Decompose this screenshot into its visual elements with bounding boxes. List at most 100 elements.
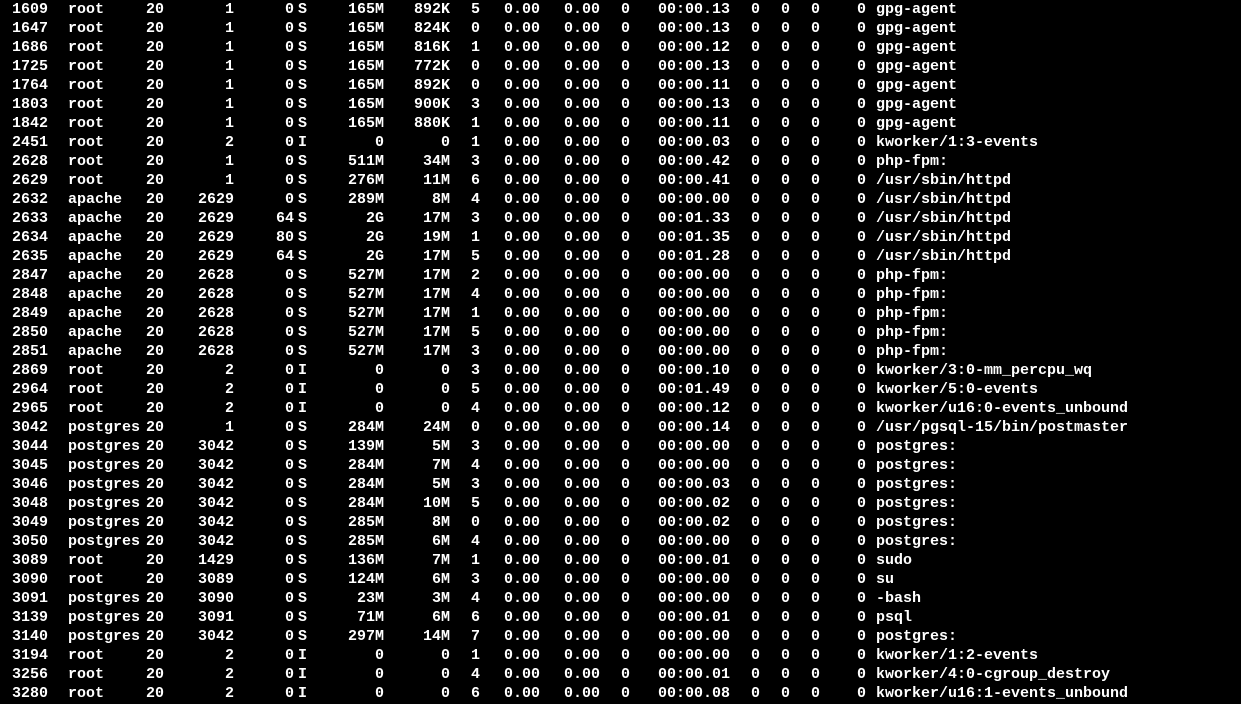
process-col-z1: 0 — [730, 95, 760, 114]
process-col-z1: 0 — [730, 646, 760, 665]
process-row[interactable]: 2451root2020I0010.000.00000:00.030000kwo… — [0, 133, 1241, 152]
process-row[interactable]: 3140postgres2030420S297M14M70.000.00000:… — [0, 627, 1241, 646]
process-user: apache — [48, 342, 138, 361]
process-col-z3: 0 — [790, 475, 820, 494]
process-time: 00:00.00 — [630, 285, 730, 304]
process-row[interactable]: 2634apache20262980S2G19M10.000.00000:01.… — [0, 228, 1241, 247]
process-row[interactable]: 1686root2010S165M816K10.000.00000:00.120… — [0, 38, 1241, 57]
process-cpu-pct: 0.00 — [480, 285, 540, 304]
process-state: S — [294, 209, 314, 228]
process-col-z4: 0 — [820, 570, 866, 589]
process-col-z2: 0 — [760, 380, 790, 399]
process-col-z1: 0 — [730, 456, 760, 475]
process-col-n4: 0 — [600, 399, 630, 418]
process-col-z2: 0 — [760, 646, 790, 665]
process-row[interactable]: 2849apache2026280S527M17M10.000.00000:00… — [0, 304, 1241, 323]
process-time: 00:00.00 — [630, 190, 730, 209]
process-res: 17M — [384, 342, 450, 361]
process-res: 3M — [384, 589, 450, 608]
process-col-z1: 0 — [730, 133, 760, 152]
process-col-z1: 0 — [730, 532, 760, 551]
process-cpu-pct: 0.00 — [480, 19, 540, 38]
process-col-z4: 0 — [820, 323, 866, 342]
process-pid: 2849 — [0, 304, 48, 323]
process-row[interactable]: 3048postgres2030420S284M10M50.000.00000:… — [0, 494, 1241, 513]
process-col-n4: 0 — [600, 57, 630, 76]
process-col-z4: 0 — [820, 399, 866, 418]
process-col-n4: 0 — [600, 171, 630, 190]
process-row[interactable]: 2629root2010S276M11M60.000.00000:00.4100… — [0, 171, 1241, 190]
process-row[interactable]: 2628root2010S511M34M30.000.00000:00.4200… — [0, 152, 1241, 171]
process-col-z3: 0 — [790, 304, 820, 323]
process-command: postgres: — [866, 532, 957, 551]
process-row[interactable]: 3044postgres2030420S139M5M30.000.00000:0… — [0, 437, 1241, 456]
process-row[interactable]: 2965root2020I0040.000.00000:00.120000kwo… — [0, 399, 1241, 418]
process-time: 00:00.01 — [630, 665, 730, 684]
process-cpu-num: 1 — [450, 646, 480, 665]
process-row[interactable]: 2848apache2026280S527M17M40.000.00000:00… — [0, 285, 1241, 304]
process-time: 00:00.00 — [630, 570, 730, 589]
process-ppid: 2629 — [164, 209, 234, 228]
process-state: S — [294, 247, 314, 266]
process-res: 17M — [384, 285, 450, 304]
process-res: 880K — [384, 114, 450, 133]
process-row[interactable]: 3050postgres2030420S285M6M40.000.00000:0… — [0, 532, 1241, 551]
process-res: 7M — [384, 456, 450, 475]
process-command: postgres: — [866, 437, 957, 456]
process-row[interactable]: 1647root2010S165M824K00.000.00000:00.130… — [0, 19, 1241, 38]
process-row[interactable]: 1609root2010S165M892K50.000.00000:00.130… — [0, 0, 1241, 19]
process-state: S — [294, 342, 314, 361]
process-row[interactable]: 2635apache20262964S2G17M50.000.00000:01.… — [0, 247, 1241, 266]
process-row[interactable]: 2851apache2026280S527M17M30.000.00000:00… — [0, 342, 1241, 361]
process-row[interactable]: 1725root2010S165M772K00.000.00000:00.130… — [0, 57, 1241, 76]
process-row[interactable]: 2869root2020I0030.000.00000:00.100000kwo… — [0, 361, 1241, 380]
process-res: 10M — [384, 494, 450, 513]
process-row[interactable]: 1803root2010S165M900K30.000.00000:00.130… — [0, 95, 1241, 114]
process-col-z2: 0 — [760, 209, 790, 228]
process-row[interactable]: 3090root2030890S124M6M30.000.00000:00.00… — [0, 570, 1241, 589]
process-user: apache — [48, 209, 138, 228]
process-row[interactable]: 1764root2010S165M892K00.000.00000:00.110… — [0, 76, 1241, 95]
process-row[interactable]: 2847apache2026280S527M17M20.000.00000:00… — [0, 266, 1241, 285]
process-row[interactable]: 3194root2020I0010.000.00000:00.000000kwo… — [0, 646, 1241, 665]
process-col-z2: 0 — [760, 665, 790, 684]
process-user: root — [48, 38, 138, 57]
process-col-z3: 0 — [790, 494, 820, 513]
process-pid: 1647 — [0, 19, 48, 38]
process-priority: 20 — [138, 209, 164, 228]
process-list[interactable]: 1609root2010S165M892K50.000.00000:00.130… — [0, 0, 1241, 704]
process-row[interactable]: 3042postgres2010S284M24M00.000.00000:00.… — [0, 418, 1241, 437]
process-row[interactable]: 2633apache20262964S2G17M30.000.00000:01.… — [0, 209, 1241, 228]
process-res: 0 — [384, 133, 450, 152]
process-col-z3: 0 — [790, 209, 820, 228]
process-row[interactable]: 2964root2020I0050.000.00000:01.490000kwo… — [0, 380, 1241, 399]
process-nice: 0 — [234, 418, 294, 437]
process-row[interactable]: 3139postgres2030910S71M6M60.000.00000:00… — [0, 608, 1241, 627]
process-row[interactable]: 3256root2020I0040.000.00000:00.010000kwo… — [0, 665, 1241, 684]
process-virt: 0 — [314, 133, 384, 152]
process-nice: 0 — [234, 76, 294, 95]
process-row[interactable]: 1842root2010S165M880K10.000.00000:00.110… — [0, 114, 1241, 133]
process-col-n4: 0 — [600, 456, 630, 475]
process-col-n4: 0 — [600, 38, 630, 57]
process-state: S — [294, 494, 314, 513]
process-col-z1: 0 — [730, 589, 760, 608]
process-pid: 2633 — [0, 209, 48, 228]
process-row[interactable]: 3091postgres2030900S23M3M40.000.00000:00… — [0, 589, 1241, 608]
process-row[interactable]: 3049postgres2030420S285M8M00.000.00000:0… — [0, 513, 1241, 532]
process-row[interactable]: 3280root2020I0060.000.00000:00.080000kwo… — [0, 684, 1241, 703]
process-command: kworker/u16:0-events_unbound — [866, 399, 1128, 418]
process-virt: 284M — [314, 456, 384, 475]
process-cpu-num: 4 — [450, 399, 480, 418]
process-row[interactable]: 3089root2014290S136M7M10.000.00000:00.01… — [0, 551, 1241, 570]
process-row[interactable]: 3045postgres2030420S284M7M40.000.00000:0… — [0, 456, 1241, 475]
process-user: apache — [48, 304, 138, 323]
process-row[interactable]: 3046postgres2030420S284M5M30.000.00000:0… — [0, 475, 1241, 494]
process-state: S — [294, 627, 314, 646]
process-col-z1: 0 — [730, 342, 760, 361]
process-row[interactable]: 2632apache2026290S289M8M40.000.00000:00.… — [0, 190, 1241, 209]
process-mem-pct: 0.00 — [540, 608, 600, 627]
process-virt: 527M — [314, 323, 384, 342]
process-row[interactable]: 2850apache2026280S527M17M50.000.00000:00… — [0, 323, 1241, 342]
process-col-n4: 0 — [600, 608, 630, 627]
